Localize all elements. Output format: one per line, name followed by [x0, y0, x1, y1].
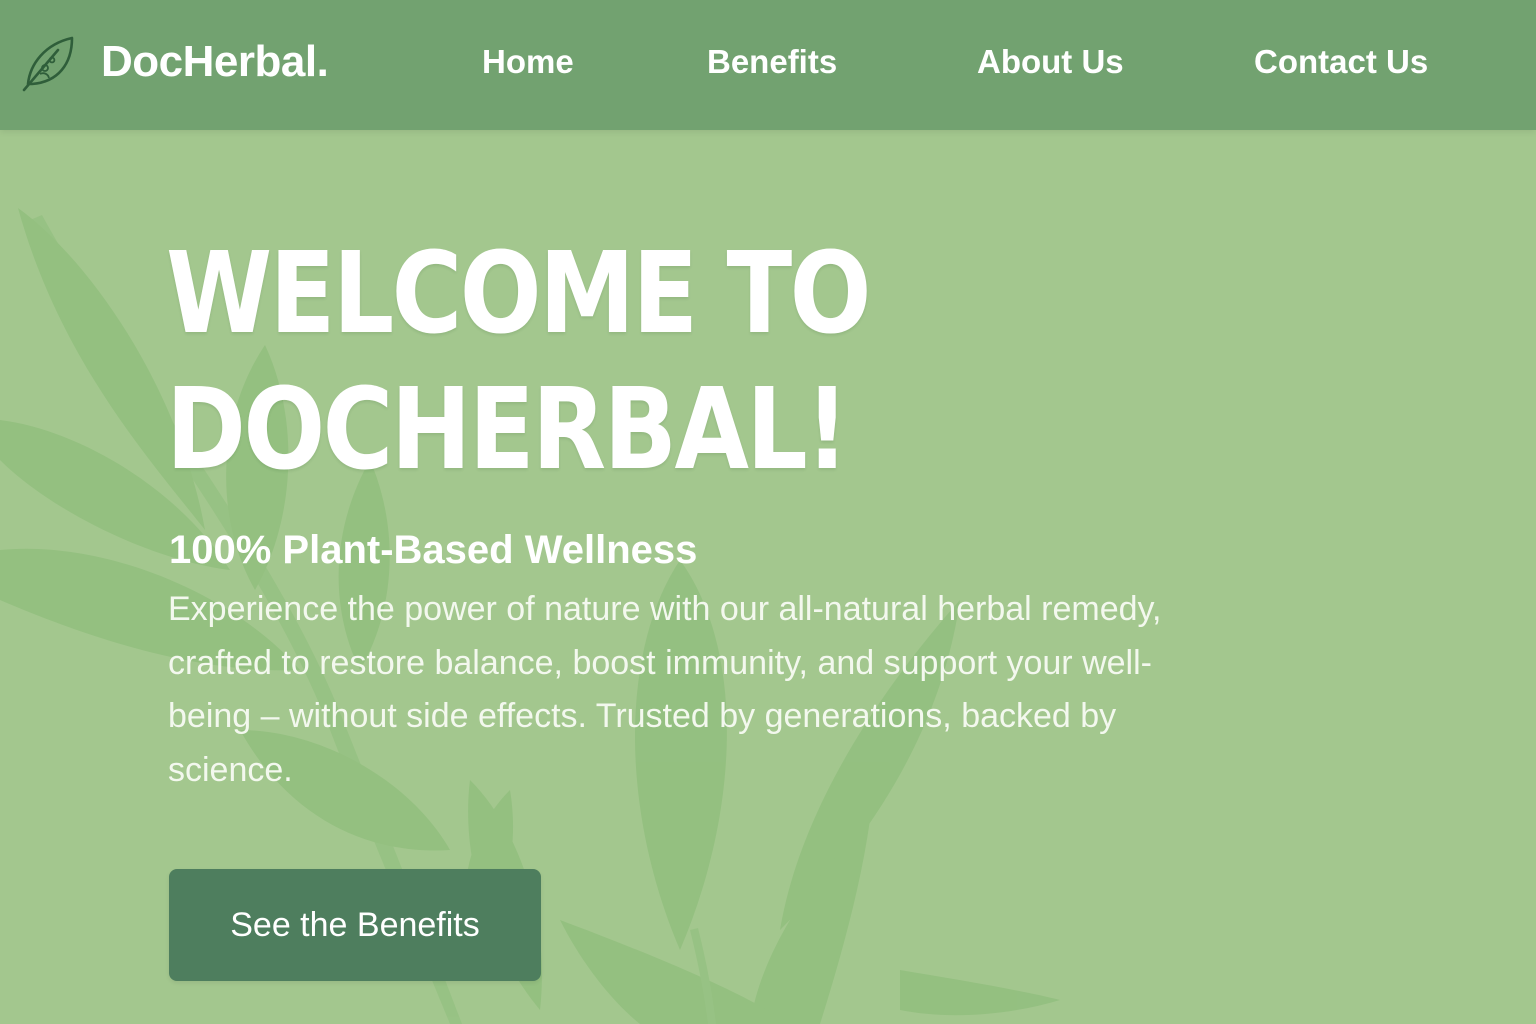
- hero-section: WELCOME TO DOCHERBAL! 100% Plant-Based W…: [0, 130, 1536, 1024]
- hero-title-line-1: WELCOME TO: [166, 229, 872, 359]
- hero-title: WELCOME TO DOCHERBAL!: [166, 226, 872, 498]
- top-navbar: DocHerbal. Home Benefits About Us Contac…: [0, 0, 1536, 130]
- nav-benefits[interactable]: Benefits: [707, 45, 837, 78]
- hero-description: Experience the power of nature with our …: [168, 590, 1162, 789]
- hero-subtitle: 100% Plant-Based Wellness: [169, 528, 698, 572]
- nav-about-us[interactable]: About Us: [977, 45, 1124, 78]
- see-benefits-button[interactable]: See the Benefits: [169, 869, 541, 981]
- nav-home[interactable]: Home: [482, 45, 574, 78]
- brand-logo-text[interactable]: DocHerbal.: [101, 40, 329, 84]
- nav-contact-us[interactable]: Contact Us: [1254, 45, 1428, 78]
- hero-title-line-2: DOCHERBAL!: [166, 365, 849, 495]
- leaf-icon[interactable]: [20, 34, 76, 92]
